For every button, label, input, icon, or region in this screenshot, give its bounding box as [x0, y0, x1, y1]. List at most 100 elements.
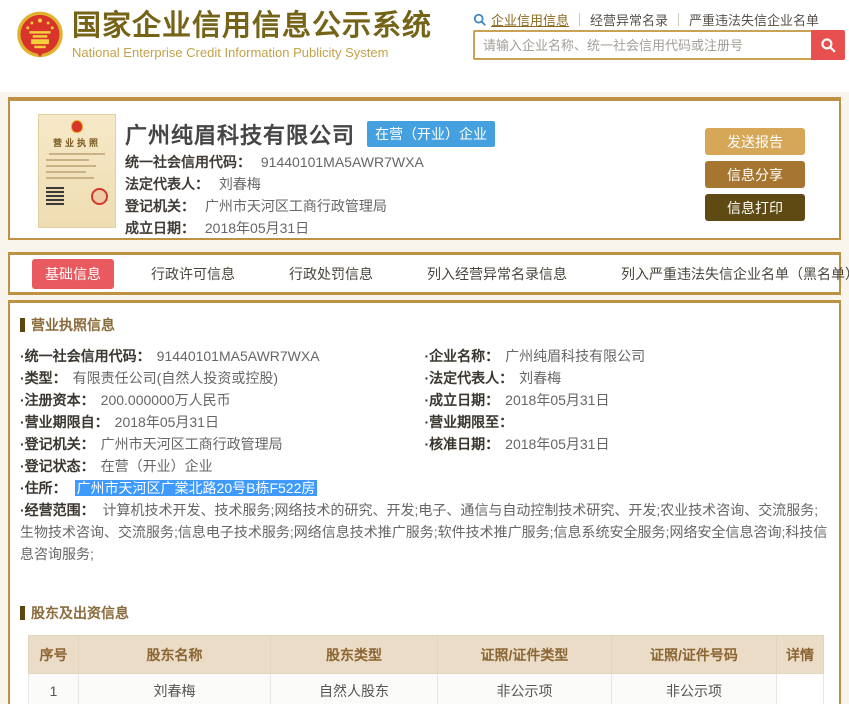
detail-label: ·营业期限自：	[20, 414, 109, 430]
company-name: 广州纯眉科技有限公司	[125, 123, 356, 148]
detail-value: 91440101MA5AWR7WXA	[156, 348, 320, 364]
search-bar	[473, 30, 845, 60]
site-title: 国家企业信用信息公示系统	[72, 10, 433, 42]
address-value-selected: 广州市天河区广棠北路20号B栋F522房	[74, 480, 318, 496]
detail-label: ·登记机关：	[20, 436, 95, 452]
detail-row: ·统一社会信用代码： 91440101MA5AWR7WXA	[20, 345, 425, 367]
search-type-nav: 企业信用信息 经营异常名录 严重违法失信企业名单	[473, 10, 845, 29]
detail-label: ·类型：	[20, 370, 67, 386]
table-row: 1 刘春梅 自然人股东 非公示项 非公示项	[28, 673, 824, 704]
license-text-line	[46, 165, 96, 167]
summary-field: 统一社会信用代码： 91440101MA5AWR7WXA	[125, 151, 424, 173]
section-marker-icon	[20, 318, 25, 332]
search-icon	[820, 37, 836, 53]
shareholders-table: 序号 股东名称 股东类型 证照/证件类型 证照/证件号码 详情 1 刘春梅 自然…	[28, 635, 824, 704]
business-scope-row: ·经营范围： 计算机技术开发、技术服务;网络技术的研究、开发;电子、通信与自动控…	[20, 499, 829, 565]
cell-seq: 1	[28, 673, 79, 704]
nav-enterprise-credit-info[interactable]: 企业信用信息	[491, 10, 569, 29]
search-input[interactable]	[473, 30, 811, 60]
field-value: 刘春梅	[218, 176, 261, 192]
cell-certificate-type: 非公示项	[437, 673, 612, 704]
detail-row: ·核准日期： 2018年05月31日	[425, 433, 830, 455]
col-header-certificate-number: 证照/证件号码	[611, 635, 777, 674]
status-badge: 在营（开业）企业	[367, 121, 496, 147]
field-value: 广州市天河区工商行政管理局	[204, 198, 387, 214]
license-thumb-title: 营业执照	[52, 138, 101, 148]
license-emblem-icon	[71, 120, 83, 133]
detail-value: 广州纯眉科技有限公司	[505, 348, 646, 364]
detail-label: ·住所：	[20, 480, 67, 496]
detail-label: ·营业期限至：	[424, 414, 514, 430]
tab-administrative-license[interactable]: 行政许可信息	[151, 264, 235, 284]
section-marker-icon	[20, 606, 25, 620]
tab-abnormal-operations[interactable]: 列入经营异常名录信息	[427, 264, 567, 284]
tab-basic-info[interactable]: 基础信息	[32, 258, 114, 289]
detail-label: ·登记状态：	[20, 458, 95, 474]
cell-shareholder-type: 自然人股东	[270, 673, 438, 704]
detail-value: 2018年05月31日	[114, 414, 219, 430]
detail-row: ·企业名称： 广州纯眉科技有限公司	[425, 345, 830, 367]
nav-divider	[678, 13, 680, 26]
site-title-block: 国家企业信用信息公示系统 National Enterprise Credit …	[72, 9, 432, 60]
site-header: 国家企业信用信息公示系统 National Enterprise Credit …	[0, 0, 849, 92]
detail-row: ·营业期限自： 2018年05月31日	[20, 411, 425, 433]
search-button[interactable]	[811, 30, 845, 60]
section-tab-bar: 基础信息 行政许可信息 行政处罚信息 列入经营异常名录信息 列入严重违法失信企业…	[8, 252, 849, 295]
detail-label: ·经营范围：	[20, 502, 95, 518]
address-row: ·住所： 广州市天河区广棠北路20号B栋F522房	[20, 477, 829, 499]
detail-label: ·成立日期：	[424, 392, 500, 408]
section-title-text: 股东及出资信息	[31, 605, 129, 621]
field-label: 登记机关：	[125, 198, 195, 214]
detail-row: ·成立日期： 2018年05月31日	[425, 389, 830, 411]
detail-row: ·登记机关： 广州市天河区工商行政管理局	[20, 433, 425, 455]
share-info-button[interactable]: 信息分享	[705, 161, 805, 188]
detail-value: 广州市天河区工商行政管理局	[100, 436, 283, 452]
send-report-button[interactable]: 发送报告	[705, 128, 805, 155]
detail-label: ·注册资本：	[20, 392, 95, 408]
field-label: 法定代表人：	[125, 176, 209, 192]
license-text-line	[46, 171, 87, 173]
detail-row-spacer	[425, 455, 830, 477]
field-label: 统一社会信用代码：	[125, 154, 251, 170]
detail-value: 2018年05月31日	[505, 392, 610, 408]
col-header-certificate-type: 证照/证件类型	[437, 635, 612, 674]
license-info-grid: ·统一社会信用代码： 91440101MA5AWR7WXA ·企业名称： 广州纯…	[10, 345, 839, 565]
license-info-section-title: 营业执照信息	[20, 315, 839, 335]
print-info-button[interactable]: 信息打印	[705, 194, 805, 221]
license-red-seal	[91, 188, 108, 205]
license-text-line	[49, 153, 105, 155]
search-icon	[473, 13, 486, 26]
col-header-shareholder-name: 股东名称	[78, 635, 271, 674]
detail-value: 2018年05月31日	[505, 436, 610, 452]
national-emblem-icon	[17, 11, 63, 58]
summary-field: 成立日期： 2018年05月31日	[125, 217, 424, 239]
detail-row: ·类型： 有限责任公司(自然人投资或控股)	[20, 367, 425, 389]
detail-row: ·营业期限至：	[425, 411, 830, 433]
summary-field: 登记机关： 广州市天河区工商行政管理局	[125, 195, 424, 217]
page: 国家企业信用信息公示系统 National Enterprise Credit …	[0, 0, 849, 704]
detail-row: ·法定代表人： 刘春梅	[425, 367, 830, 389]
company-summary-card: 营业执照 广州纯眉科技有限公司 在营（开业）企业 统一社会信用代码： 91440…	[8, 97, 841, 240]
action-buttons: 发送报告 信息分享 信息打印	[705, 128, 805, 221]
nav-serious-violation-list[interactable]: 严重违法失信企业名单	[689, 10, 819, 29]
tab-blacklist[interactable]: 列入严重违法失信企业名单（黑名单）信息	[621, 264, 849, 284]
license-qr-code	[46, 187, 64, 205]
field-label: 成立日期：	[125, 220, 195, 236]
detail-value: 200.000000万人民币	[100, 392, 231, 408]
nav-abnormal-operations-list[interactable]: 经营异常名录	[590, 10, 668, 29]
license-text-line	[46, 177, 95, 179]
table-header-row: 序号 股东名称 股东类型 证照/证件类型 证照/证件号码 详情	[28, 635, 824, 674]
business-license-thumbnail[interactable]: 营业执照	[38, 114, 116, 228]
detail-row: ·注册资本： 200.000000万人民币	[20, 389, 425, 411]
field-value: 2018年05月31日	[204, 220, 310, 236]
tab-administrative-penalty[interactable]: 行政处罚信息	[289, 264, 373, 284]
detail-value: 有限责任公司(自然人投资或控股)	[72, 370, 278, 386]
col-header-seq: 序号	[28, 635, 79, 674]
nav-divider	[579, 13, 581, 26]
section-title-text: 营业执照信息	[31, 317, 115, 333]
detail-card: 营业执照信息 ·统一社会信用代码： 91440101MA5AWR7WXA ·企业…	[8, 300, 841, 704]
detail-value: 在营（开业）企业	[100, 458, 213, 474]
license-text-line	[46, 159, 90, 161]
cell-shareholder-name: 刘春梅	[78, 673, 271, 704]
detail-label: ·核准日期：	[424, 436, 500, 452]
